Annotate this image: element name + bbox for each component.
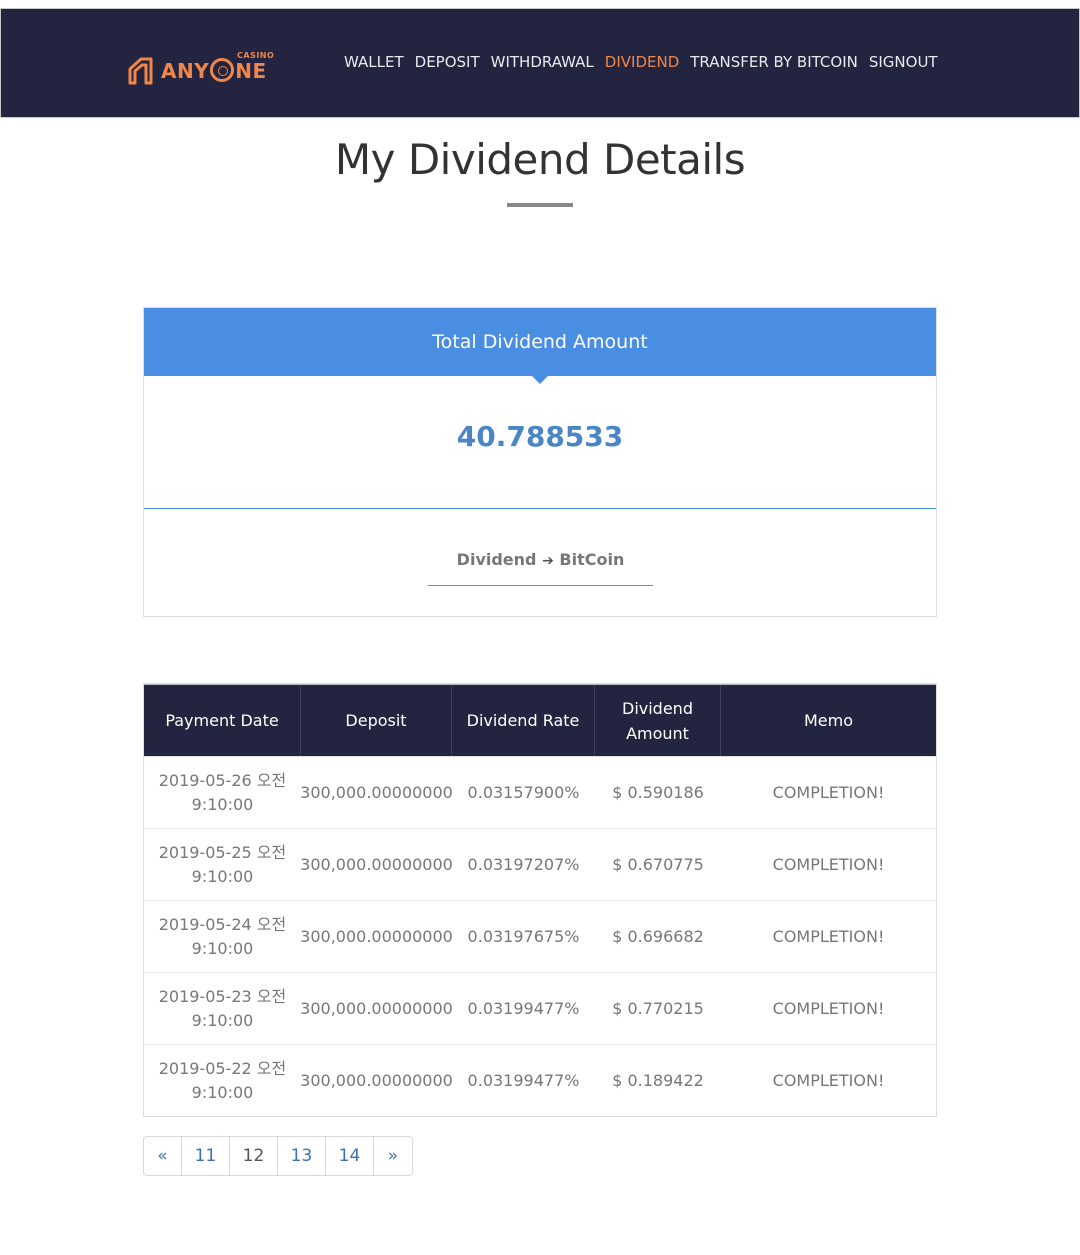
cell-payment-date: 2019-05-26 오전 9:10:00 (144, 757, 301, 828)
logo-wordmark: ANY NE (161, 58, 267, 83)
logo-text-pre: ANY (161, 59, 210, 83)
summary-divider (144, 508, 936, 509)
cell-rate: 0.03197675% (467, 926, 580, 946)
nav-deposit[interactable]: DEPOSIT (415, 53, 480, 71)
cell-time: 9:10:00 (191, 938, 254, 958)
dividend-summary-card: Total Dividend Amount 40.788533 Dividend… (143, 307, 937, 617)
cell-time: 9:10:00 (191, 1010, 254, 1030)
cell-deposit: 300,000.00000000 (300, 854, 453, 874)
cell-rate: 0.03199477% (467, 998, 580, 1018)
table-row: 2019-05-22 오전 9:10:00 300,000.00000000 0.… (144, 1044, 936, 1116)
cell-deposit: 300,000.00000000 (300, 782, 453, 802)
cell-date: 2019-05-24 오전 (158, 914, 287, 934)
col-payment-date: Payment Date (144, 685, 301, 756)
cell-time: 9:10:00 (191, 794, 254, 814)
convert-label-from: Dividend (456, 550, 537, 569)
cell-deposit: 300,000.00000000 (300, 926, 453, 946)
cell-rate: 0.03197207% (467, 854, 580, 874)
pagination-page-11[interactable]: 11 (182, 1137, 230, 1175)
cell-rate: 0.03157900% (467, 782, 580, 802)
logo[interactable]: CASINO ANY NE (127, 51, 277, 89)
nav-signout[interactable]: SIGNOUT (869, 53, 938, 71)
cell-memo: COMPLETION! (772, 782, 885, 802)
summary-heading: Total Dividend Amount (144, 308, 936, 376)
cell-amount: $ 0.696682 (612, 926, 704, 946)
logo-o-ring-icon (210, 58, 235, 82)
cell-amount: $ 0.590186 (612, 782, 704, 802)
arrow-right-icon: ➔ (542, 553, 554, 569)
pagination-prev-button[interactable]: « (144, 1137, 182, 1175)
cell-amount: $ 0.670775 (612, 854, 704, 874)
cell-date: 2019-05-26 오전 (158, 770, 287, 790)
nav-transfer-by-bitcoin[interactable]: TRANSFER BY BITCOIN (690, 53, 858, 71)
cell-time: 9:10:00 (191, 866, 254, 886)
col-deposit: Deposit (301, 685, 452, 756)
table-row: 2019-05-25 오전 9:10:00 300,000.00000000 0.… (144, 828, 936, 900)
main-nav: WALLET DEPOSIT WITHDRAWAL DIVIDEND TRANS… (344, 53, 938, 71)
dividend-table: Payment Date Deposit Dividend Rate Divid… (143, 683, 937, 1117)
cell-memo: COMPLETION! (772, 926, 885, 946)
nav-wallet[interactable]: WALLET (344, 53, 404, 71)
title-underline (507, 203, 573, 207)
top-navbar: CASINO ANY NE WALLET DEPOSIT WITHDRAWAL D… (0, 8, 1080, 118)
cell-memo: COMPLETION! (772, 1070, 885, 1090)
page-title: My Dividend Details (334, 135, 746, 184)
pagination-page-13[interactable]: 13 (278, 1137, 326, 1175)
cell-amount: $ 0.770215 (612, 998, 704, 1018)
logo-text-post: NE (235, 59, 267, 83)
pagination-next-button[interactable]: » (374, 1137, 412, 1175)
cell-date: 2019-05-22 오전 (158, 1058, 287, 1078)
table-header: Payment Date Deposit Dividend Rate Divid… (144, 684, 936, 756)
pagination: « 11 12 13 14 » (143, 1136, 413, 1176)
dividend-to-bitcoin-button[interactable]: Dividend ➔ BitCoin (428, 542, 653, 586)
pagination-page-12[interactable]: 12 (230, 1137, 278, 1175)
pagination-page-14[interactable]: 14 (326, 1137, 374, 1175)
col-dividend-amount: Dividend Amount (595, 685, 721, 756)
summary-caret-icon (532, 376, 548, 384)
cell-rate: 0.03199477% (467, 1070, 580, 1090)
table-row: 2019-05-24 오전 9:10:00 300,000.00000000 0.… (144, 900, 936, 972)
cell-date: 2019-05-25 오전 (158, 842, 287, 862)
cell-memo: COMPLETION! (772, 998, 885, 1018)
logo-mark-icon (128, 57, 153, 85)
cell-time: 9:10:00 (191, 1082, 254, 1102)
cell-payment-date: 2019-05-24 오전 9:10:00 (144, 901, 301, 972)
nav-withdrawal[interactable]: WITHDRAWAL (491, 53, 594, 71)
cell-payment-date: 2019-05-22 오전 9:10:00 (144, 1045, 301, 1116)
col-dividend-amount-line2: Amount (626, 723, 689, 743)
cell-amount: $ 0.189422 (612, 1070, 704, 1090)
nav-dividend[interactable]: DIVIDEND (605, 53, 679, 71)
total-dividend-amount: 40.788533 (456, 420, 624, 453)
cell-date: 2019-05-23 오전 (158, 986, 287, 1006)
cell-deposit: 300,000.00000000 (300, 998, 453, 1018)
col-dividend-rate: Dividend Rate (452, 685, 595, 756)
table-row: 2019-05-26 오전 9:10:00 300,000.00000000 0.… (144, 756, 936, 828)
col-dividend-amount-line1: Dividend (622, 698, 693, 718)
col-memo: Memo (803, 711, 854, 730)
convert-label-to: BitCoin (559, 550, 625, 569)
table-row: 2019-05-23 오전 9:10:00 300,000.00000000 0.… (144, 972, 936, 1044)
cell-payment-date: 2019-05-23 오전 9:10:00 (144, 973, 301, 1044)
cell-memo: COMPLETION! (772, 854, 885, 874)
cell-deposit: 300,000.00000000 (300, 1070, 453, 1090)
cell-payment-date: 2019-05-25 오전 9:10:00 (144, 829, 301, 900)
